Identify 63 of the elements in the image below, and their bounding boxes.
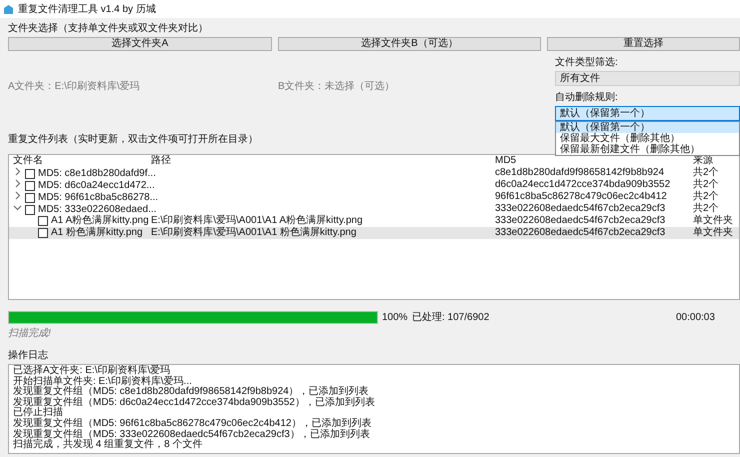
file-name: MD5: c8e1d8b280dafd9f... <box>38 168 156 180</box>
md5-cell-text: 333e022608edaedc54f67cb2eca29cf3 <box>495 203 666 216</box>
file-type-dropdown[interactable]: 所有文件 <box>555 71 740 86</box>
checkbox[interactable] <box>25 204 35 214</box>
tree-row[interactable]: MD5: 333e022608edaed... 333e022608edaedc54f67cb2eca29cf3 共2个 <box>9 203 739 215</box>
checkbox[interactable] <box>25 180 35 190</box>
tree-row[interactable]: A1 粉色满屏kitty.png E:\印刷资料库\爱玛\A001\A1 粉色满屏kitty.png 333e022608edaedc54f67cb2eca29cf3 单文件夹 <box>9 227 739 239</box>
tree-row[interactable]: MD5: 96f61c8ba5c86278... 96f61c8ba5c86278c479c06ec2c4b412 共2个 <box>9 191 739 203</box>
processed-count: 已处理: 107/6902 <box>412 310 490 324</box>
checkbox[interactable] <box>25 168 35 178</box>
app-icon <box>3 4 14 14</box>
source-cell-text: 单文件夹 <box>693 215 734 226</box>
log-line: 发现重复文件组（MD5: d6c0a24ecc1d472cce374bda909b3552），已添加到列表 <box>13 398 376 408</box>
log-line: 已停止扫描 <box>13 408 63 418</box>
section-title: 重复文件列表（实时更新，双击文件项可打开所在目录） <box>8 134 258 146</box>
file-path: E:\印刷资料库\爱玛\A001\A1 粉色满屏kitty.png <box>151 227 358 239</box>
section-title: 操作日志 <box>7 348 49 362</box>
filter-label: 文件类型筛选: <box>555 57 619 69</box>
source-cell-text: 共2个 <box>693 179 720 190</box>
log-line: 发现重复文件组（MD5: c8e1d8b280dafd9f98658142f9b8b924），已添加到列表 <box>13 387 369 398</box>
md5-cell-text: 96f61c8ba5c86278c479c06ec2c4b412 <box>495 191 668 204</box>
rule-label: 自动删除规则: <box>555 92 619 104</box>
folder-b-label: B文件夹：未选择（可选） <box>278 80 396 93</box>
tree-row[interactable]: MD5: c8e1d8b280dafd9f... c8e1d8b280dafd9f98658142f9b8b924 共2个 <box>9 167 739 179</box>
collapse-icon[interactable] <box>13 203 22 212</box>
dropdown-option[interactable]: 保留最新创建文件（删除其他） <box>556 144 739 155</box>
elapsed-time: 00:00:03 <box>676 312 716 322</box>
dropdown-option[interactable]: 保留最大文件（删除其他） <box>556 133 739 144</box>
log-line: 发现重复文件组（MD5: 96f61c8ba5c86278c479c06ec2c4b412），已添加到列表 <box>13 418 372 429</box>
tree-row[interactable]: MD5: d6c0a24ecc1d472... d6c0a24ecc1d472cce374bda909b3552 共2个 <box>9 179 739 191</box>
file-name: MD5: 333e022608edaed... <box>38 204 156 214</box>
source-cell-text: 共2个 <box>693 167 720 178</box>
md5-cell-text: d6c0a24ecc1d472cce374bda909b3552 <box>495 179 672 192</box>
dropdown-option[interactable]: 默认（保留第一个） <box>556 122 739 133</box>
folder-button[interactable]: 选择文件夹A <box>8 37 272 51</box>
file-name: A1 粉色满屏kitty.png <box>51 227 143 239</box>
file-name: A1 A粉色满屏kitty.png <box>51 215 149 226</box>
folder-button[interactable]: 选择文件夹B（可选） <box>278 37 541 51</box>
folder-button[interactable]: 重置选择 <box>547 37 740 51</box>
checkbox[interactable] <box>38 216 48 226</box>
md5-cell-text: 333e022608edaedc54f67cb2eca29cf3 <box>495 227 666 239</box>
source-cell-text: 共2个 <box>693 203 720 214</box>
column-header[interactable]: MD5 <box>495 155 693 167</box>
section-title: 文件夹选择（支持单文件夹或双文件夹对比） <box>7 22 209 36</box>
log-line: 开始扫描单文件夹: E:\印刷资料库\爱玛... <box>13 376 192 387</box>
checkbox[interactable] <box>25 192 35 202</box>
tree-row[interactable]: A1 A粉色满屏kitty.png E:\印刷资料库\爱玛\A001\A1 A粉色满屏kitty.png 333e022608edaedc54f67cb2eca29cf3 单文件夹 <box>9 215 739 227</box>
md5-cell-text: 333e022608edaedc54f67cb2eca29cf3 <box>495 215 666 227</box>
column-header[interactable]: 路径 <box>151 155 495 167</box>
file-path: E:\印刷资料库\爱玛\A001\A1 A粉色满屏kitty.png <box>151 215 364 226</box>
file-name: MD5: 96f61c8ba5c86278... <box>38 192 158 204</box>
source-cell-text: 单文件夹 <box>693 227 734 239</box>
log-line: 扫描完成，共发现 4 组重复文件，8 个文件 <box>13 440 204 451</box>
log-line: 发现重复文件组（MD5: 333e022608edaedc54f67cb2eca29cf3），已添加到列表 <box>13 430 371 440</box>
source-cell-text: 共2个 <box>693 191 720 202</box>
md5-cell-text: c8e1d8b280dafd9f98658142f9b8b924 <box>495 167 666 180</box>
file-name: MD5: d6c0a24ecc1d472... <box>38 180 155 192</box>
folder-a-label: A文件夹：E:\印刷资料库\爱玛 <box>8 80 141 93</box>
progress-percent: 100% <box>382 312 409 322</box>
checkbox[interactable] <box>38 228 48 238</box>
status-text: 扫描完成! <box>7 326 52 340</box>
rule-dropdown[interactable]: 默认（保留第一个） <box>555 106 740 121</box>
window-title: 重复文件清理工具 v1.4 by 历城 <box>18 2 156 16</box>
